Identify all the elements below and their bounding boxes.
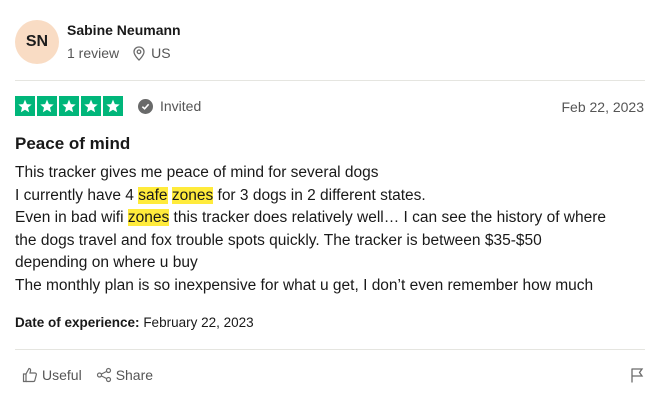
highlighted-word: zones bbox=[171, 186, 214, 204]
avatar[interactable]: SN bbox=[15, 20, 59, 64]
invited-label: Invited bbox=[160, 98, 202, 114]
experience-label: Date of experience: bbox=[15, 315, 140, 330]
date-of-experience: Date of experience: February 22, 2023 bbox=[15, 315, 254, 330]
review-line: The monthly plan is so inexpensive for w… bbox=[15, 276, 594, 294]
share-label: Share bbox=[115, 367, 154, 383]
share-button[interactable]: Share bbox=[96, 367, 153, 383]
review-text: this tracker does relatively well… I can… bbox=[169, 209, 607, 227]
review-actions: Useful Share bbox=[22, 367, 153, 383]
review-line: This tracker gives me peace of mind for … bbox=[15, 164, 379, 181]
star-icon bbox=[59, 96, 79, 116]
invited-badge[interactable]: Invited bbox=[138, 98, 201, 114]
report-button[interactable] bbox=[630, 367, 644, 388]
location-label: US bbox=[151, 45, 171, 61]
highlighted-word: zones bbox=[127, 209, 170, 227]
review-line: the dogs travel and fox trouble spots qu… bbox=[15, 231, 542, 249]
thumbs-up-icon bbox=[22, 367, 37, 383]
checkmark-icon bbox=[138, 98, 153, 114]
review-body: This tracker gives me peace of mind for … bbox=[15, 162, 655, 298]
review-text: for 3 dogs in 2 different states. bbox=[213, 186, 426, 204]
useful-label: Useful bbox=[42, 367, 82, 383]
share-icon bbox=[96, 367, 111, 383]
star-icon bbox=[15, 96, 35, 116]
review-title[interactable]: Peace of mind bbox=[15, 134, 130, 154]
star-icon bbox=[81, 96, 101, 116]
star-icon bbox=[37, 96, 57, 116]
review-text: Even in bad wifi bbox=[15, 209, 128, 227]
review-text: I currently have 4 bbox=[15, 186, 139, 204]
review-line: depending on where u buy bbox=[15, 254, 198, 272]
divider bbox=[15, 349, 645, 350]
reviewer-meta: 1 review US bbox=[67, 45, 171, 61]
reviewer-name[interactable]: Sabine Neumann bbox=[67, 22, 181, 38]
review-line: Even in bad wifi zones this tracker does… bbox=[15, 207, 655, 230]
star-rating bbox=[15, 96, 123, 116]
highlighted-word: safe bbox=[138, 186, 168, 204]
flag-icon bbox=[631, 368, 644, 383]
review-line: I currently have 4 safe zones for 3 dogs… bbox=[15, 185, 655, 208]
review-date: Feb 22, 2023 bbox=[561, 99, 644, 115]
experience-date: February 22, 2023 bbox=[143, 315, 254, 330]
useful-button[interactable]: Useful bbox=[22, 367, 82, 383]
star-icon bbox=[103, 96, 123, 116]
review-count: 1 review bbox=[67, 45, 120, 61]
location-pin-icon bbox=[133, 45, 145, 61]
divider bbox=[15, 80, 645, 81]
reviewer-location: US bbox=[133, 45, 171, 61]
